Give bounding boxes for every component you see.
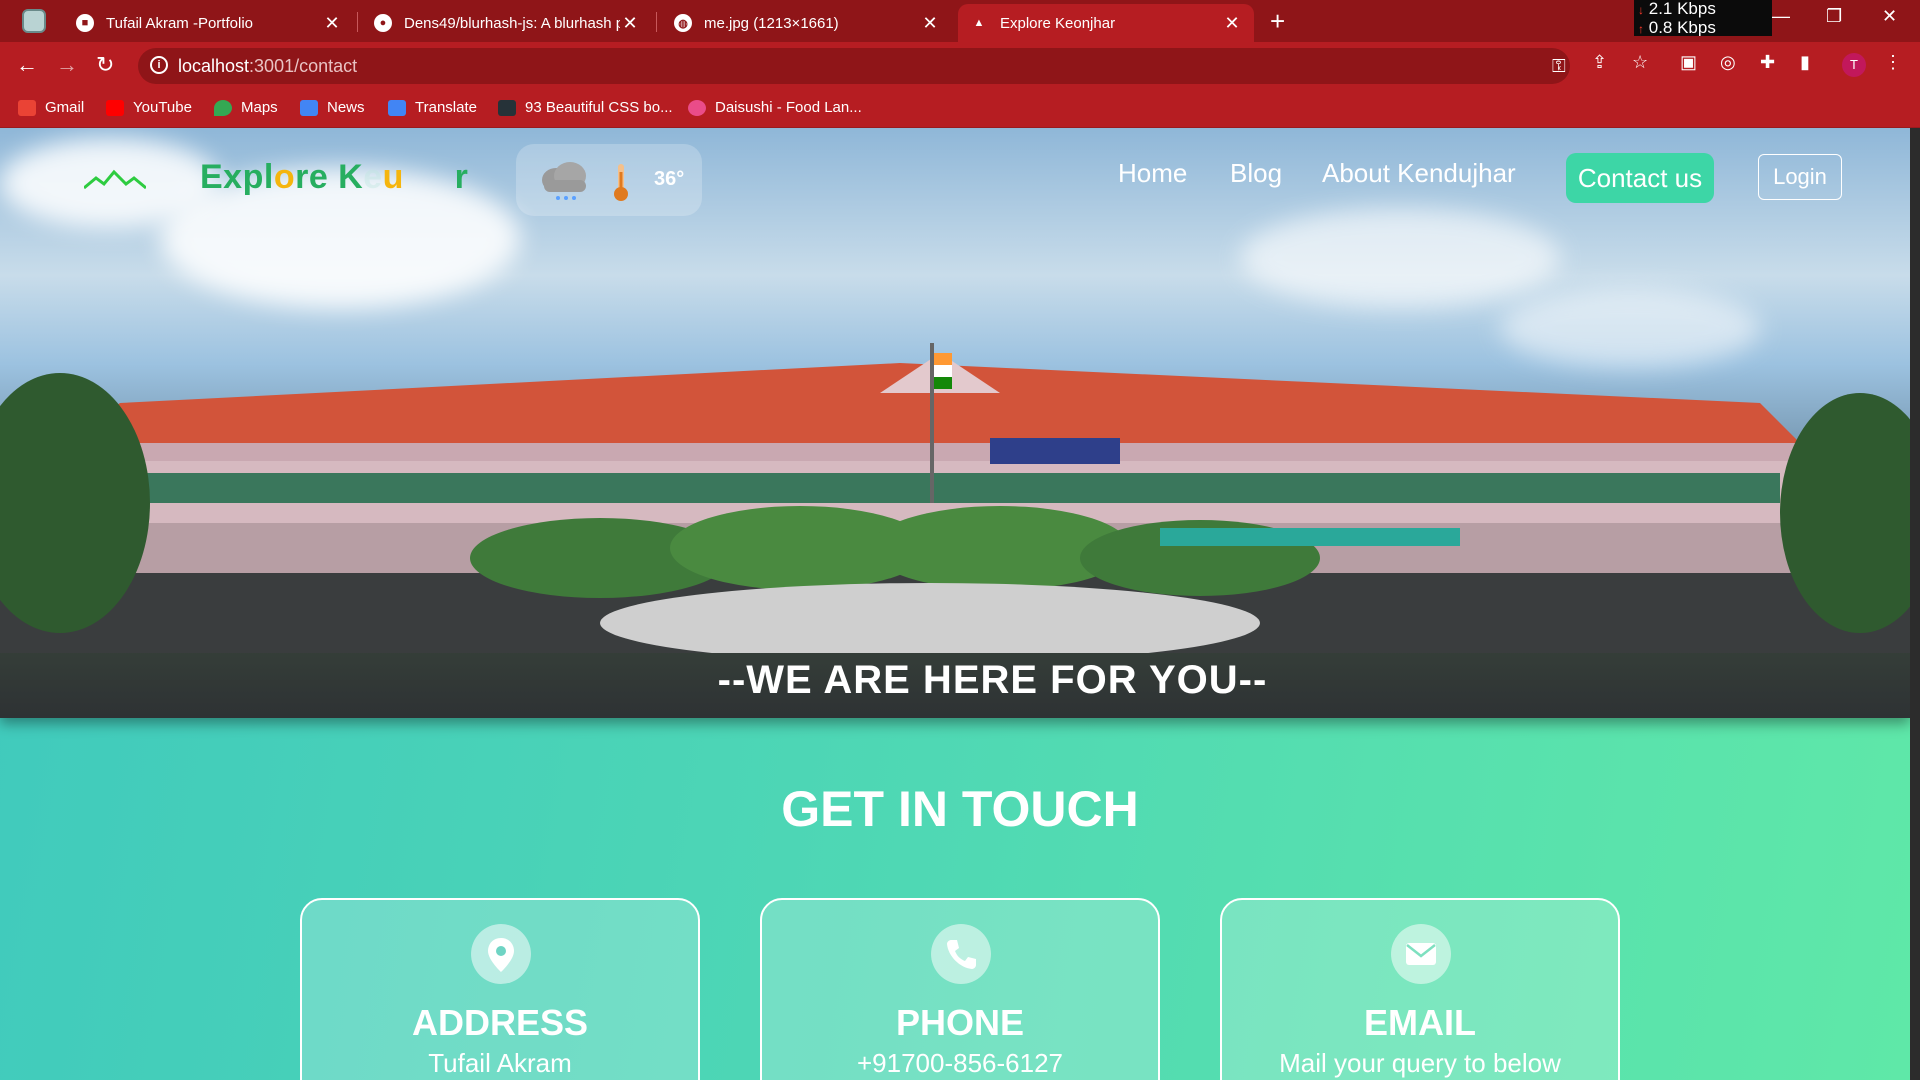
- key-icon[interactable]: ⚿: [1552, 56, 1566, 77]
- close-icon[interactable]: ✕: [322, 13, 342, 33]
- translate-icon: [388, 99, 406, 116]
- tab-github[interactable]: ● Dens49/blurhash-js: A blurhash p ✕: [362, 4, 652, 42]
- location-pin-icon: [471, 924, 531, 984]
- thermometer-icon: [614, 164, 628, 201]
- phone-icon: [931, 924, 991, 984]
- network-speed-widget: ↓ 2.1 Kbps ↑ 0.8 Kbps: [1634, 0, 1772, 36]
- css-bookmark-icon: [498, 99, 516, 116]
- bookmark-maps[interactable]: Maps: [214, 99, 278, 116]
- share-icon[interactable]: ⇪: [1592, 52, 1607, 73]
- site-info-icon[interactable]: i: [150, 56, 168, 74]
- site-brand[interactable]: Explore Keujhar: [200, 158, 468, 197]
- news-icon: [300, 99, 318, 116]
- page-viewport: Explore Keujhar 36° Home Blog About Kend…: [0, 128, 1910, 1080]
- nav-blog[interactable]: Blog: [1230, 158, 1282, 189]
- hero-banner: Explore Keujhar 36° Home Blog About Kend…: [0, 128, 1910, 718]
- card-title: ADDRESS: [411, 1002, 589, 1043]
- portfolio-favicon-icon: ■: [76, 14, 94, 32]
- reload-icon[interactable]: ↻: [96, 54, 114, 76]
- site-logo-icon[interactable]: [84, 168, 146, 196]
- tab-title: Tufail Akram -Portfolio: [106, 14, 253, 32]
- collectorate-building-photo: [0, 343, 1910, 653]
- tab-title: Dens49/blurhash-js: A blurhash p: [404, 14, 620, 32]
- nav-about[interactable]: About Kendujhar: [1322, 158, 1516, 189]
- upload-speed: 0.8 Kbps: [1648, 18, 1716, 36]
- close-window-icon[interactable]: ✕: [1882, 6, 1897, 27]
- gmail-icon: [18, 99, 36, 116]
- tab-portfolio[interactable]: ■ Tufail Akram -Portfolio ✕: [64, 4, 354, 42]
- extension-target-icon[interactable]: ◎: [1720, 52, 1736, 73]
- mail-icon: [1391, 924, 1451, 984]
- address-bar[interactable]: i localhost:3001/contact ⚿: [138, 48, 1570, 84]
- page-scrollbar[interactable]: [1910, 128, 1920, 1080]
- tab-image[interactable]: ◍ me.jpg (1213×1661) ✕: [662, 4, 952, 42]
- maps-icon: [214, 99, 232, 116]
- menu-kebab-icon[interactable]: ⋮: [1884, 52, 1902, 73]
- nav-contact-button[interactable]: Contact us: [1566, 153, 1714, 203]
- tab-strip: ■ Tufail Akram -Portfolio ✕ ● Dens49/blu…: [0, 0, 1920, 42]
- nav-home[interactable]: Home: [1118, 158, 1187, 189]
- login-button[interactable]: Login: [1758, 154, 1842, 200]
- minimize-icon[interactable]: —: [1772, 6, 1790, 27]
- close-icon[interactable]: ✕: [1222, 13, 1242, 33]
- bookmarks-bar: Gmail YouTube Maps News Translate 93 Bea…: [0, 90, 1920, 128]
- youtube-icon: [106, 99, 124, 116]
- new-tab-button[interactable]: +: [1270, 8, 1285, 34]
- extensions-puzzle-icon[interactable]: ✚: [1760, 52, 1775, 73]
- bookmark-css-borders[interactable]: 93 Beautiful CSS bo...: [498, 99, 673, 116]
- rain-cloud-icon: [542, 162, 586, 200]
- tab-divider: [656, 12, 657, 32]
- bookmark-news[interactable]: News: [300, 99, 365, 116]
- weather-widget: 36°: [516, 144, 702, 216]
- temperature-readout: 36°: [654, 168, 685, 190]
- extension-red-icon[interactable]: ▣: [1680, 52, 1697, 73]
- bookmark-gmail[interactable]: Gmail: [18, 99, 84, 116]
- section-title: GET IN TOUCH: [781, 781, 1139, 837]
- restore-icon[interactable]: ❐: [1826, 6, 1842, 27]
- card-line: Mail your query to below: [1279, 1048, 1561, 1078]
- bookmark-translate[interactable]: Translate: [388, 99, 477, 116]
- hero-tagline: --WE ARE HERE FOR YOU--: [717, 658, 1268, 702]
- download-speed: 2.1 Kbps: [1648, 0, 1716, 18]
- card-title: EMAIL: [1364, 1002, 1476, 1043]
- card-line: +91700-856-6127: [856, 1048, 1064, 1078]
- card-title: PHONE: [895, 1002, 1025, 1043]
- url-text[interactable]: localhost:3001/contact: [178, 56, 357, 77]
- profile-avatar[interactable]: T: [1842, 53, 1866, 77]
- email-card: EMAIL Mail your query to below: [1220, 898, 1620, 1080]
- card-line: Tufail Akram: [428, 1048, 572, 1078]
- app-launcher-icon[interactable]: [22, 9, 46, 33]
- globe-icon: ◍: [674, 14, 692, 32]
- site-favicon-icon: ▲: [973, 17, 985, 29]
- url-host: localhost: [178, 56, 250, 76]
- bookmark-star-icon[interactable]: ☆: [1632, 52, 1648, 73]
- cloud-decoration: [1240, 208, 1560, 308]
- address-card: ADDRESS Tufail Akram: [300, 898, 700, 1080]
- close-icon[interactable]: ✕: [920, 13, 940, 33]
- back-icon[interactable]: ←: [16, 54, 38, 76]
- bookmark-daisushi[interactable]: Daisushi - Food Lan...: [688, 99, 862, 116]
- github-icon: ●: [374, 14, 392, 32]
- dribbble-icon: [688, 99, 706, 116]
- tab-divider: [357, 12, 358, 32]
- tab-title: me.jpg (1213×1661): [704, 14, 839, 32]
- toolbar: ← → ↻ i localhost:3001/contact ⚿ ⇪ ☆ ▣ ◎…: [0, 42, 1920, 90]
- close-icon[interactable]: ✕: [620, 13, 640, 33]
- side-panel-icon[interactable]: ▮: [1800, 52, 1810, 73]
- tab-explore-keonjhar[interactable]: ▲ Explore Keonjhar ✕: [958, 4, 1254, 42]
- url-path: :3001/contact: [249, 56, 358, 76]
- bookmark-youtube[interactable]: YouTube: [106, 99, 192, 116]
- forward-icon[interactable]: →: [56, 54, 78, 76]
- tab-title: Explore Keonjhar: [1000, 14, 1116, 32]
- phone-card: PHONE +91700-856-6127: [760, 898, 1160, 1080]
